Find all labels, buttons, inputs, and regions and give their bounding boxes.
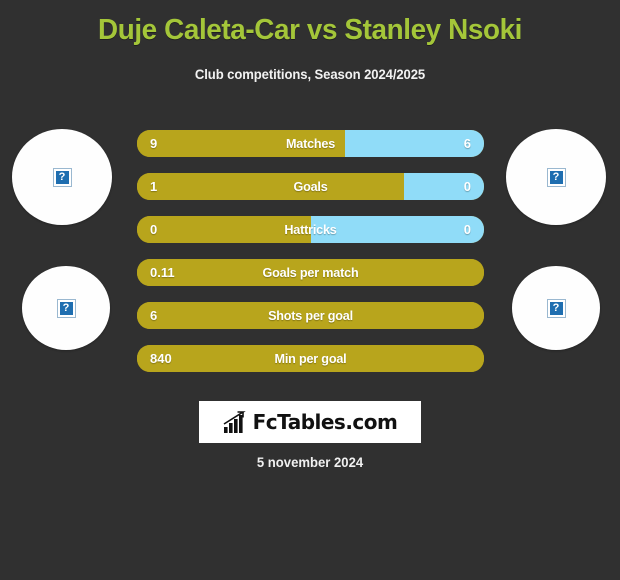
away-stat-value: 0: [463, 179, 471, 194]
away-player-photo-top: ?: [506, 129, 606, 225]
page-subtitle: Club competitions, Season 2024/2025: [194, 67, 426, 82]
home-player-photo-top: ?: [12, 129, 112, 225]
footer-date: 5 november 2024: [256, 455, 364, 470]
fctables-logo[interactable]: FcTables.com: [199, 401, 421, 443]
fctables-logo-text: FcTables.com: [252, 410, 398, 434]
broken-image-icon: ?: [546, 167, 566, 187]
stat-row: 6 Shots per goal: [137, 302, 484, 329]
stat-row: 840 Min per goal: [137, 345, 484, 372]
stat-label: Goals per match: [262, 265, 359, 280]
stat-label: Matches: [285, 136, 336, 151]
stat-label: Goals: [293, 179, 328, 194]
away-stat-value: 6: [463, 136, 471, 151]
broken-image-icon: ?: [52, 167, 72, 187]
broken-image-icon: ?: [546, 298, 566, 318]
stat-label: Hattricks: [284, 222, 337, 237]
away-player-photo-bottom: ?: [512, 266, 600, 350]
page-title: Duje Caleta-Car vs Stanley Nsoki: [97, 14, 523, 46]
away-stat-value: 0: [463, 222, 471, 237]
stat-row: 9 Matches 6: [137, 130, 484, 157]
stats-comparison-chart: 9 Matches 6 1 Goals 0 0 Hattricks 0 0.11…: [137, 130, 484, 388]
broken-image-icon: ?: [56, 298, 76, 318]
home-player-photo-bottom: ?: [22, 266, 110, 350]
stat-label: Min per goal: [274, 351, 347, 366]
stat-row: 1 Goals 0: [137, 173, 484, 200]
bar-chart-growth-icon: [223, 411, 246, 433]
stat-row: 0.11 Goals per match: [137, 259, 484, 286]
stat-label: Shots per goal: [268, 308, 353, 323]
stat-row: 0 Hattricks 0: [137, 216, 484, 243]
